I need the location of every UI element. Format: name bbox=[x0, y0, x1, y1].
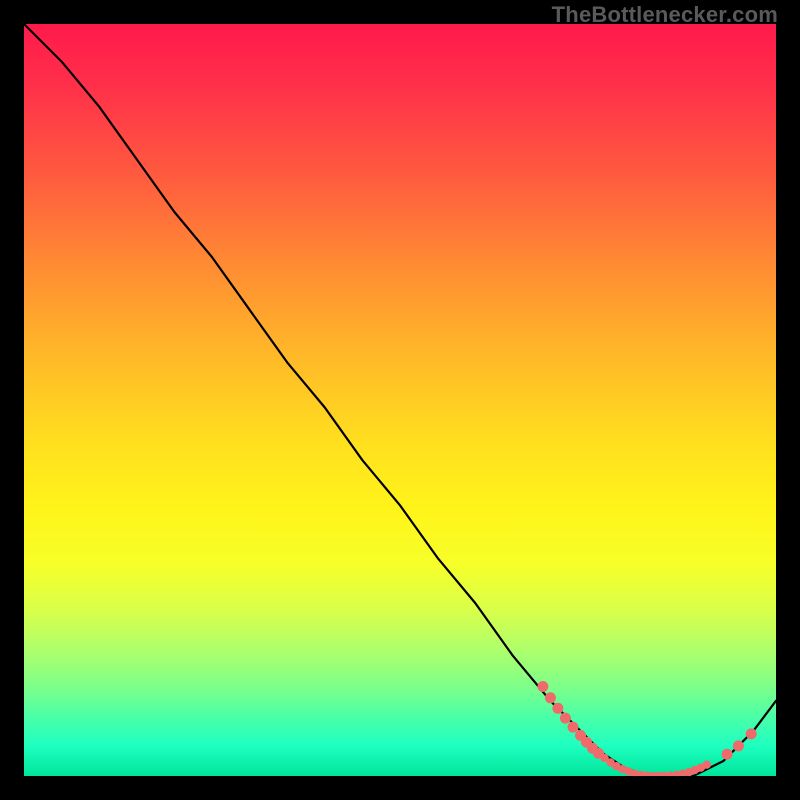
highlight-dot bbox=[722, 749, 733, 760]
highlight-dot bbox=[537, 681, 548, 692]
highlight-dot bbox=[746, 728, 757, 739]
highlight-dot bbox=[733, 740, 744, 751]
bottleneck-curve bbox=[24, 24, 776, 776]
highlight-dot bbox=[703, 761, 711, 769]
plot-area bbox=[22, 22, 778, 778]
curve-svg bbox=[24, 24, 776, 776]
highlight-dot bbox=[545, 692, 556, 703]
highlight-dot bbox=[552, 703, 563, 714]
highlight-dot bbox=[560, 713, 571, 724]
highlight-dot bbox=[568, 722, 579, 733]
chart-frame: TheBottlenecker.com bbox=[0, 0, 800, 800]
